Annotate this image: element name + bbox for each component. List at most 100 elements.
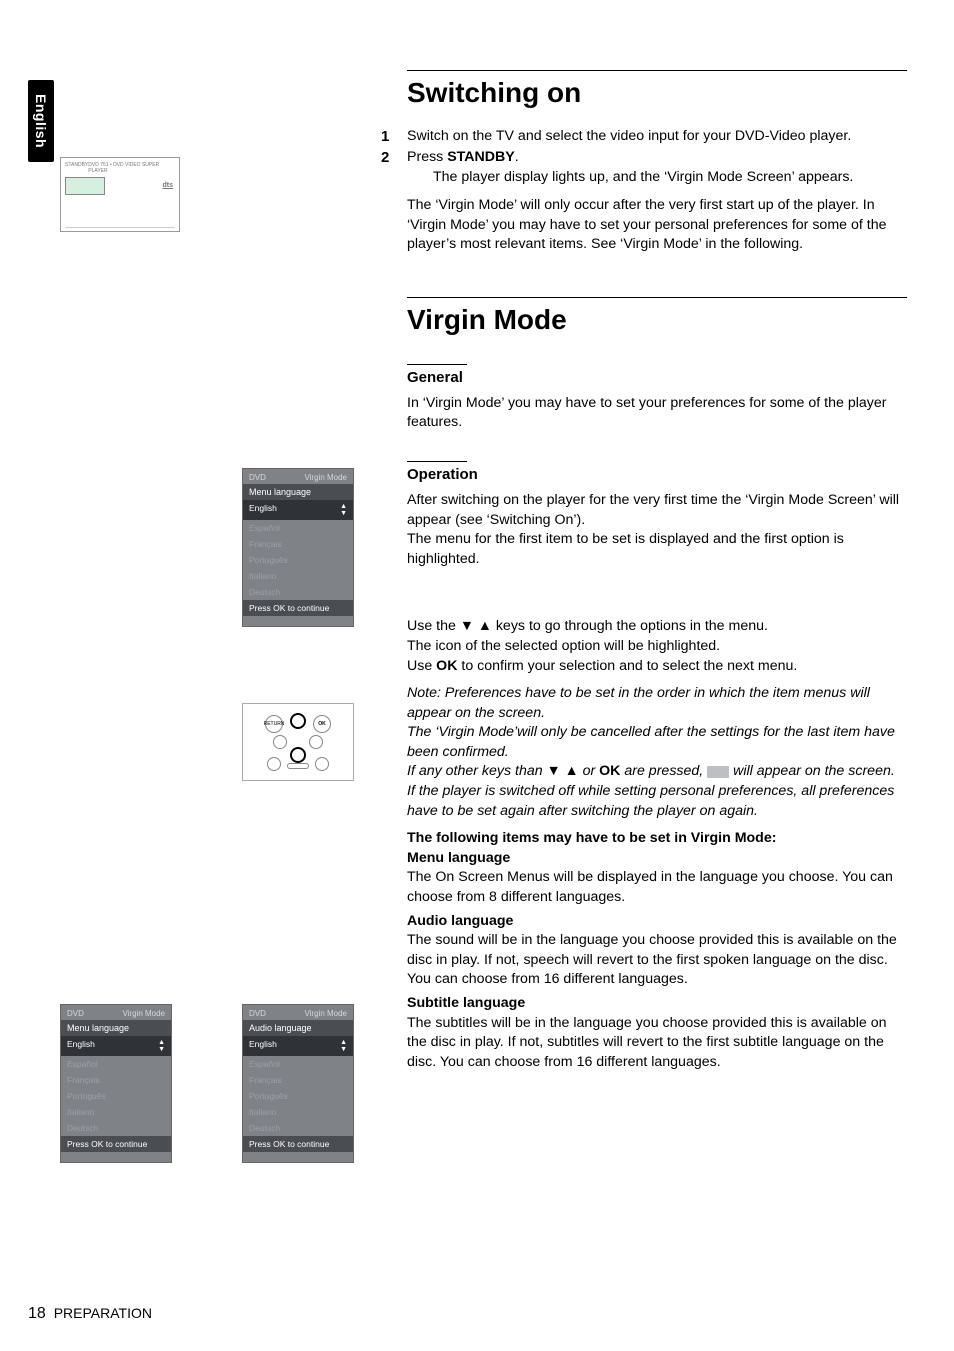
osd-mode: Virgin Mode <box>304 473 347 482</box>
menu-language-p: The On Screen Menus will be displayed in… <box>407 868 907 907</box>
osd-menu-language: DVD Virgin Mode Menu language English ▲▼… <box>242 468 354 627</box>
step-2-tail: . <box>515 149 519 165</box>
use-ok-b: to confirm your selection and to select … <box>457 658 797 674</box>
note-3a: If any other keys than <box>407 763 547 779</box>
standby-keyword: STANDBY <box>447 149 515 165</box>
general-text: In ‘Virgin Mode’ you may have to set you… <box>407 394 907 433</box>
step-number: 2 <box>381 148 407 169</box>
note-3d: will appear on the screen. <box>729 763 895 779</box>
osd-option: Italiano <box>61 1104 171 1120</box>
heading-virgin-mode: Virgin Mode <box>407 304 907 336</box>
switching-on-note: The ‘Virgin Mode’ will only occur after … <box>407 196 907 255</box>
osd-option: Português <box>243 552 353 568</box>
step-2-text: Press STANDBY. <box>407 148 519 169</box>
device-brand-placeholder: DVD 751 • DVD VIDEO SUPER PLAYER <box>88 162 175 174</box>
language-tab: English <box>28 80 54 162</box>
step-1-text: Switch on the TV and select the video in… <box>407 127 851 148</box>
osd-footer: Press OK to continue <box>243 1136 353 1152</box>
items-heading: The following items may have to be set i… <box>407 829 907 849</box>
osd-option: Deutsch <box>61 1120 171 1136</box>
dts-logo: dts <box>163 182 174 189</box>
osd-option-selected: English ▲▼ <box>61 1036 171 1056</box>
note-2: The ‘Virgin Mode’will only be cancelled … <box>407 723 907 762</box>
osd-option-label: English <box>67 1039 95 1053</box>
device-standby-label: STANDBY <box>65 162 88 174</box>
osd-footer: Press OK to continue <box>61 1136 171 1152</box>
use-ok-line: Use OK to confirm your selection and to … <box>407 657 907 677</box>
note-3c: are pressed, <box>620 763 707 779</box>
operation-p1: After switching on the player for the ve… <box>407 491 907 530</box>
footer-label: PREPARATION <box>54 1305 152 1321</box>
osd-option: Deutsch <box>243 584 353 600</box>
osd-option: Français <box>243 536 353 552</box>
step-2-lead: Press <box>407 149 447 165</box>
osd-option-selected: English ▲▼ <box>243 500 353 520</box>
osd-option: Español <box>243 1056 353 1072</box>
osd-option-selected: English ▲▼ <box>243 1036 353 1056</box>
updown-icon: ▲▼ <box>340 1039 347 1053</box>
note-3b: or <box>579 763 600 779</box>
triangle-down-icon <box>547 763 561 779</box>
osd-option: Français <box>243 1072 353 1088</box>
subhead-general: General <box>407 369 907 386</box>
osd-option: Español <box>61 1056 171 1072</box>
cursor-right-icon <box>309 735 323 749</box>
note-3: If any other keys than or OK are pressed… <box>407 762 907 782</box>
osd-logo: DVD <box>249 1009 266 1018</box>
aux-button-icon <box>315 757 329 771</box>
step-number: 1 <box>381 127 407 148</box>
triangle-down-icon <box>460 618 474 634</box>
osd-option: Italiano <box>243 1104 353 1120</box>
osd-mode: Virgin Mode <box>122 1009 165 1018</box>
page-number: 18 <box>28 1305 46 1322</box>
subtitle-language-p: The subtitles will be in the language yo… <box>407 1014 907 1073</box>
use-ok-a: Use <box>407 658 436 674</box>
aux-bar-icon <box>287 763 309 769</box>
invalid-action-icon <box>707 766 729 778</box>
triangle-up-icon <box>565 763 579 779</box>
cursor-left-icon <box>273 735 287 749</box>
osd-section-title: Menu language <box>243 484 353 500</box>
remote-illustration: RETURN OK <box>242 703 354 781</box>
ok-keyword: OK <box>599 763 620 779</box>
osd-option: Español <box>243 520 353 536</box>
use-keys-b: keys to go through the options in the me… <box>492 618 768 634</box>
audio-language-h: Audio language <box>407 912 907 932</box>
osd-option: Français <box>61 1072 171 1088</box>
osd-footer: Press OK to continue <box>243 600 353 616</box>
osd-logo: DVD <box>249 473 266 482</box>
icon-highlight-line: The icon of the selected option will be … <box>407 637 907 657</box>
return-button-icon: RETURN <box>265 715 283 733</box>
audio-language-p: The sound will be in the language you ch… <box>407 931 907 990</box>
osd-menu-language-small: DVD Virgin Mode Menu language English ▲▼… <box>60 1004 172 1163</box>
osd-section-title: Audio language <box>243 1020 353 1036</box>
osd-option-label: English <box>249 1039 277 1053</box>
device-display <box>65 177 105 195</box>
use-keys-a: Use the <box>407 618 460 634</box>
ok-keyword: OK <box>436 658 457 674</box>
note-4: If the player is switched off while sett… <box>407 782 907 821</box>
use-keys-line: Use the keys to go through the options i… <box>407 617 907 637</box>
ok-button-icon: OK <box>313 715 331 733</box>
menu-language-h: Menu language <box>407 849 907 869</box>
osd-option: Deutsch <box>243 1120 353 1136</box>
subhead-operation: Operation <box>407 466 907 483</box>
cursor-down-icon <box>290 747 306 763</box>
osd-logo: DVD <box>67 1009 84 1018</box>
osd-option: Português <box>61 1088 171 1104</box>
aux-button-icon <box>267 757 281 771</box>
osd-mode: Virgin Mode <box>304 1009 347 1018</box>
updown-icon: ▲▼ <box>158 1039 165 1053</box>
updown-icon: ▲▼ <box>340 503 347 517</box>
device-illustration: STANDBY DVD 751 • DVD VIDEO SUPER PLAYER… <box>60 157 180 232</box>
page-footer: 18 PREPARATION <box>28 1305 152 1323</box>
step-2-sub: The player display lights up, and the ‘V… <box>433 168 907 188</box>
osd-option-label: English <box>249 503 277 517</box>
operation-p2: The menu for the first item to be set is… <box>407 530 907 569</box>
osd-option: Português <box>243 1088 353 1104</box>
note-1: Note: Preferences have to be set in the … <box>407 684 907 723</box>
osd-section-title: Menu language <box>61 1020 171 1036</box>
triangle-up-icon <box>478 618 492 634</box>
osd-audio-language: DVD Virgin Mode Audio language English ▲… <box>242 1004 354 1163</box>
heading-switching-on: Switching on <box>407 77 907 109</box>
